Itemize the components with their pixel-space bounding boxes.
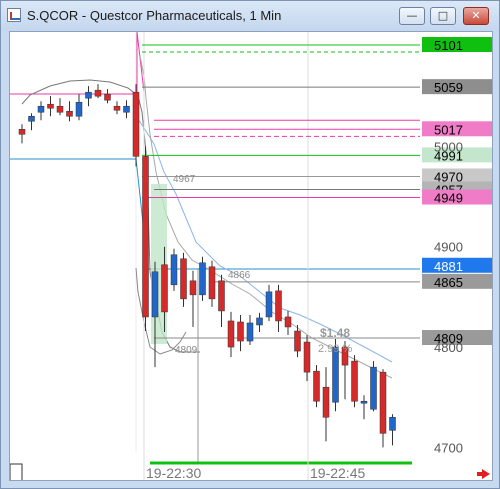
time-label-2: 19-22:45 (310, 465, 365, 481)
candle-body (113, 105, 121, 111)
price-tag-label: 5101 (434, 38, 463, 53)
candle-body (37, 105, 45, 113)
candle-body (284, 316, 292, 328)
price-tag-label: 4949 (434, 191, 463, 206)
price-tag-label: 4881 (434, 259, 463, 274)
window-title: S.QCOR - Questcor Pharmaceuticals, 1 Min (27, 8, 282, 23)
candle-body (123, 105, 130, 113)
label-4809: 4809 (175, 345, 198, 356)
candle-body (332, 346, 339, 403)
scroll-handle[interactable] (10, 463, 23, 481)
price-tags: 5101505950174991497049574949488148654809 (422, 37, 492, 346)
candle-body (94, 89, 102, 97)
candle-body (275, 290, 282, 322)
title-bar[interactable]: S.QCOR - Questcor Pharmaceuticals, 1 Min… (1, 1, 499, 31)
candle-body (218, 280, 225, 312)
candle-body (199, 262, 206, 296)
chart-window: S.QCOR - Questcor Pharmaceuticals, 1 Min… (0, 0, 500, 489)
blue-level-line (10, 158, 420, 270)
candle-body (28, 115, 35, 122)
candlestick-series (18, 84, 396, 448)
candle-body (161, 264, 168, 313)
minimize-button[interactable]: — (399, 7, 425, 25)
candle-body (256, 317, 263, 326)
time-axis: 19-22:30 19-22:45 (146, 465, 365, 481)
candle-body (303, 341, 311, 373)
axis-tick-label: 5000 (434, 139, 463, 154)
candle-body (246, 322, 254, 342)
candle-body (208, 266, 216, 300)
candle-body (227, 320, 235, 348)
price-tag-label: 5059 (434, 80, 463, 95)
candle-body (142, 156, 149, 318)
candle-body (322, 386, 330, 418)
candle-body (294, 330, 301, 352)
candle-body (265, 291, 273, 318)
candle-body (180, 258, 187, 300)
candle-body (47, 103, 54, 109)
candle-body (66, 110, 73, 117)
candle-body (370, 366, 377, 410)
candle-body (104, 93, 111, 101)
chart-app-icon (7, 8, 21, 22)
pink-drop-line (136, 32, 145, 93)
candle-body (237, 321, 244, 342)
price-tag-label: 4865 (434, 275, 463, 290)
label-4967: 4967 (173, 174, 196, 185)
gray-ma-line (139, 55, 393, 379)
candle-body (132, 91, 140, 157)
pnl-label: $1.48 (320, 326, 350, 340)
close-button[interactable]: ✕ (463, 7, 489, 25)
candle-body (151, 271, 159, 318)
axis-tick-label: 4900 (434, 240, 463, 255)
candle-body (360, 400, 368, 404)
blue-ma-line (135, 115, 393, 363)
candle-body (85, 91, 92, 99)
label-4866: 4866 (228, 270, 251, 281)
candle-body (170, 254, 178, 286)
candle-body (189, 280, 197, 296)
candle-body (389, 417, 396, 431)
time-label-1: 19-22:30 (146, 465, 201, 481)
axis-tick-label: 4800 (434, 340, 463, 355)
candle-body (56, 105, 64, 113)
maximize-button[interactable]: □ (430, 7, 456, 25)
chart-canvas[interactable]: 5101505950174991497049574949488148654809… (10, 32, 493, 481)
scroll-right-arrow-icon[interactable] (477, 469, 490, 479)
overlay-lines (10, 32, 420, 480)
price-chart[interactable]: 5101505950174991497049574949488148654809… (9, 31, 493, 481)
pnl-pct-label: 2.99 % (318, 343, 352, 355)
axis-tick-label: 4700 (434, 440, 463, 455)
candle-body (18, 129, 26, 135)
gray-vwap-line (21, 79, 200, 353)
candle-body (313, 370, 320, 402)
candle-body (379, 371, 387, 434)
candle-body (75, 101, 83, 117)
price-tag-label: 5017 (434, 122, 463, 137)
candle-body (351, 360, 358, 402)
